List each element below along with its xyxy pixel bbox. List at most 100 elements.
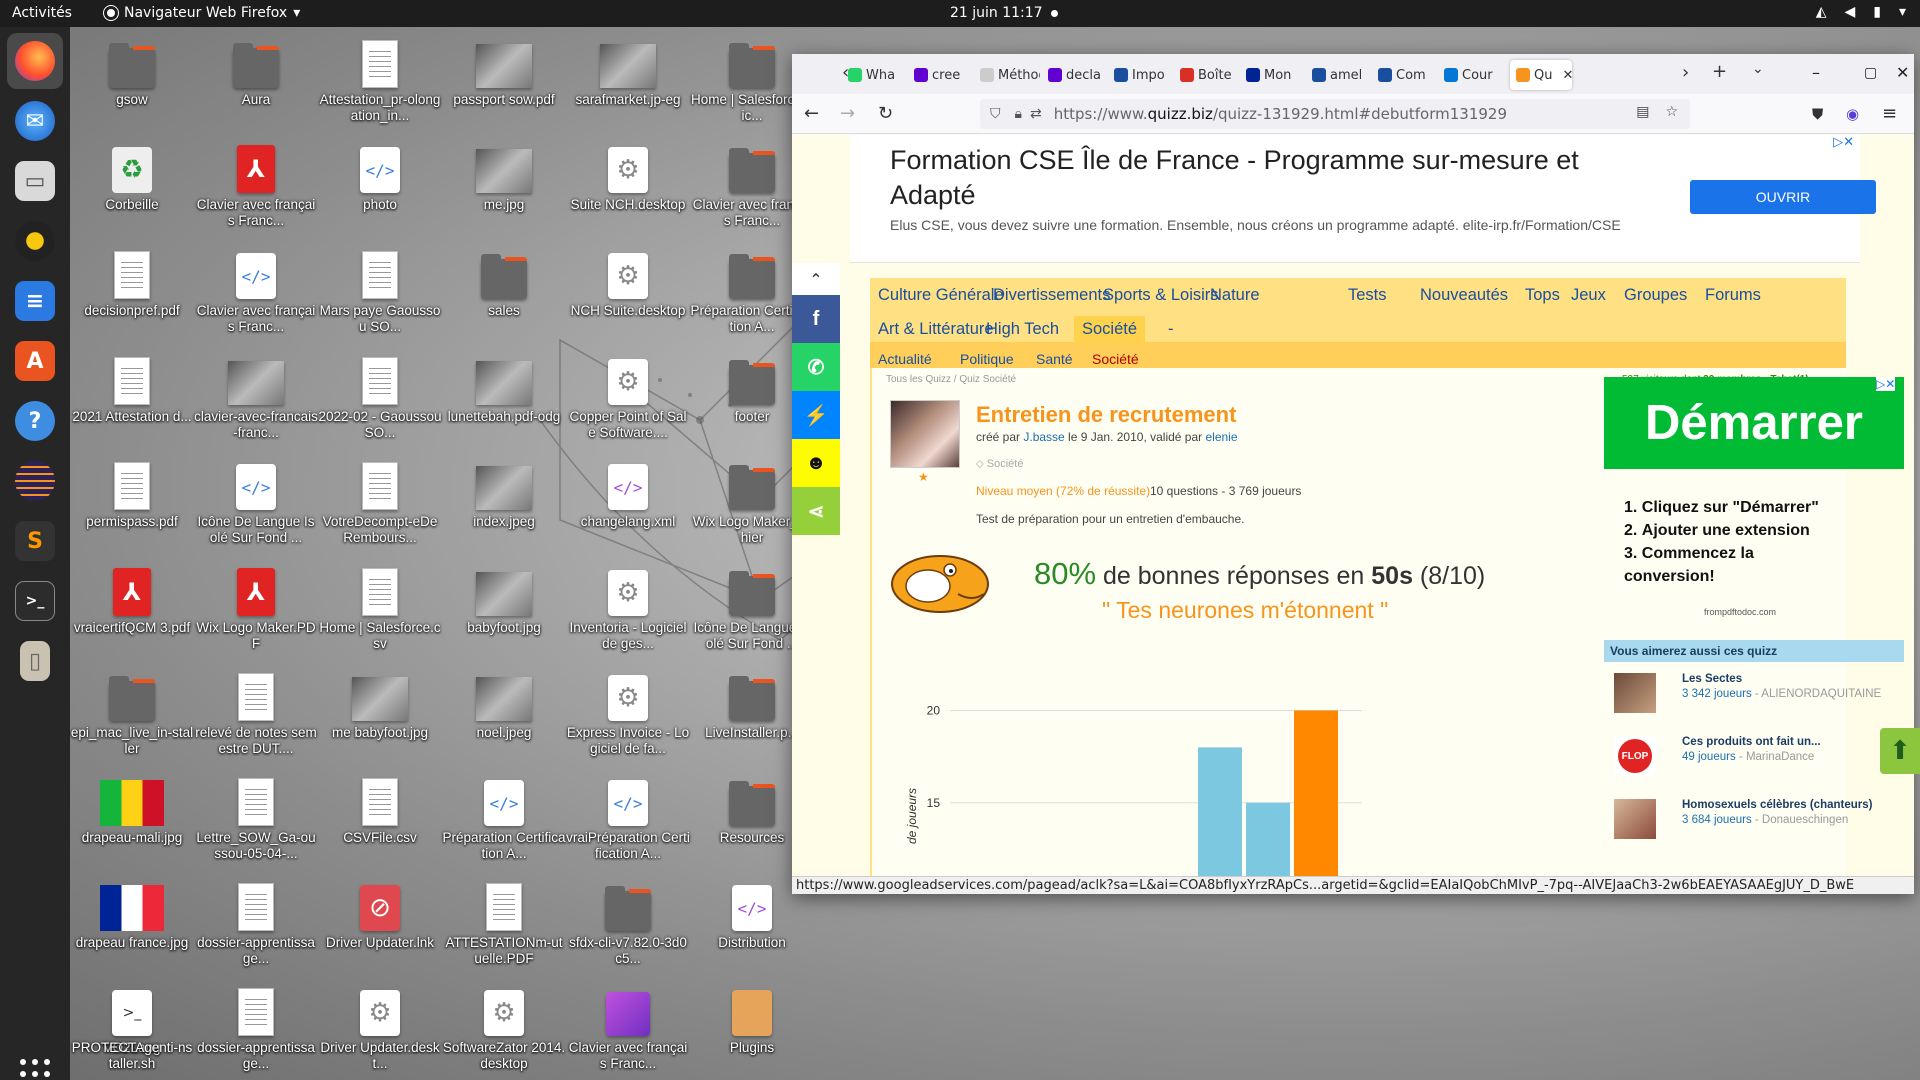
desktop-icon[interactable]: Lettre_SOW_Ga-oussou-05-04-...: [194, 772, 318, 862]
reload-icon[interactable]: ↻: [878, 103, 893, 124]
site-nav-link[interactable]: Tops: [1525, 286, 1560, 305]
reco-title[interactable]: Ces produits ont fait un...: [1682, 736, 1821, 748]
dock-software[interactable]: A: [7, 333, 63, 389]
browser-tab[interactable]: Wha: [848, 60, 908, 90]
lock-icon[interactable]: 🔒︎: [1015, 106, 1022, 122]
browser-tab[interactable]: Mon: [1246, 60, 1306, 90]
dock-terminal[interactable]: >_: [7, 573, 63, 629]
desktop-icon[interactable]: </> photo: [318, 139, 442, 213]
desktop-icon[interactable]: sarafmarket.jp-eg: [566, 34, 690, 108]
desktop-icon[interactable]: ⅄ Wix Logo Maker.PDF: [194, 562, 318, 652]
desktop-icon[interactable]: drapeau-mali.jpg: [70, 772, 194, 846]
desktop-icon[interactable]: 2022-02 - Gaoussou SO...: [318, 351, 442, 441]
reco-title[interactable]: Les Sectes: [1682, 673, 1742, 685]
desktop-icon[interactable]: me babyfoot.jpg: [318, 667, 442, 741]
desktop-icon[interactable]: 2021 Attestation d...: [70, 351, 194, 425]
dock-firefox[interactable]: [7, 33, 63, 89]
site-subnav-link[interactable]: Actualité: [878, 351, 932, 367]
site-nav-link[interactable]: Jeux: [1571, 286, 1606, 305]
browser-tab[interactable]: decla: [1048, 60, 1108, 90]
new-tab-icon[interactable]: +: [1712, 61, 1727, 82]
reco-title[interactable]: Homosexuels célèbres (chanteurs): [1682, 799, 1872, 811]
desktop-icon[interactable]: Aura: [194, 34, 318, 108]
desktop-icon[interactable]: me.jpg: [442, 139, 566, 213]
pocket-icon[interactable]: ⛊: [1812, 105, 1823, 123]
desktop-icon[interactable]: drapeau france.jpg: [70, 877, 194, 951]
dock-usb[interactable]: ▯: [7, 633, 63, 689]
reco-thumb[interactable]: [1614, 799, 1656, 839]
desktop-icon[interactable]: dossier-apprentissage...: [194, 982, 318, 1072]
desktop-icon[interactable]: noel.jpeg: [442, 667, 566, 741]
maximize-icon[interactable]: ▢: [1864, 65, 1877, 81]
desktop-icon[interactable]: ⚙ Suite NCH.desktop: [566, 139, 690, 213]
desktop-icon[interactable]: Mars paye Gaoussou SO...: [318, 245, 442, 335]
desktop-icon[interactable]: Home | Salesforce.csv: [318, 562, 442, 652]
desktop-icon[interactable]: index.jpeg: [442, 456, 566, 530]
site-nav-link[interactable]: Art & Littérature: [878, 320, 994, 339]
desktop-icon[interactable]: </> vraiPréparation Certification A...: [566, 772, 690, 862]
desktop-icon[interactable]: CSVFile.csv: [318, 772, 442, 846]
reco-author[interactable]: - ALIENORDAQUITAINE: [1752, 688, 1881, 700]
ad-title[interactable]: Formation CSE Île de France - Programme …: [890, 143, 1590, 213]
desktop-icon[interactable]: ⚙ Driver Updater.deskt...: [318, 982, 442, 1072]
close-window-icon[interactable]: ✕: [1896, 63, 1909, 82]
ad-choices-icon[interactable]: ▷✕: [1833, 135, 1854, 150]
site-nav-link[interactable]: Nouveautés: [1420, 286, 1508, 305]
browser-tab[interactable]: Qu ✕: [1510, 60, 1572, 90]
desktop-icon[interactable]: Attestation_pr-olongation_in...: [318, 34, 442, 124]
desktop-icon[interactable]: ⅄ vraicertifQCM 3.pdf: [70, 562, 194, 636]
desktop-icon[interactable]: babyfoot.jpg: [442, 562, 566, 636]
browser-tab[interactable]: Com: [1378, 60, 1438, 90]
desktop-icon[interactable]: VotreDecompt-eDeRembours...: [318, 456, 442, 546]
desktop-icon[interactable]: Plugins: [690, 982, 814, 1056]
reco-author[interactable]: - MarinaDance: [1736, 751, 1814, 763]
forward-icon[interactable]: →: [840, 103, 855, 124]
back-icon[interactable]: ←: [804, 103, 819, 124]
reco-author[interactable]: - Donaueschingen: [1752, 814, 1848, 826]
dock-writer[interactable]: ≡: [7, 273, 63, 329]
browser-tab[interactable]: Méthod: [980, 60, 1040, 90]
snapchat-icon[interactable]: ☻: [792, 439, 840, 487]
dock-files[interactable]: ▭: [7, 153, 63, 209]
browser-tab[interactable]: amel: [1312, 60, 1372, 90]
ad-choices-icon-2[interactable]: ▷✕: [1876, 377, 1896, 391]
site-subnav-link[interactable]: Santé: [1036, 351, 1073, 367]
desktop-icon[interactable]: Clavier avec français Franc...: [566, 982, 690, 1072]
desktop-icon[interactable]: </> Préparation Certification A...: [442, 772, 566, 862]
site-nav-link[interactable]: Culture Générale: [878, 286, 1004, 305]
desktop-icon[interactable]: epi_mac_live_in-staller: [70, 667, 194, 757]
site-nav-link[interactable]: Société: [1074, 316, 1146, 343]
permissions-icon[interactable]: ⇄: [1030, 106, 1042, 122]
share-icon[interactable]: ⋖: [792, 487, 840, 535]
dock-sublime[interactable]: S: [7, 513, 63, 569]
desktop-icon[interactable]: ⚙ Copper Point of Sale Software....: [566, 351, 690, 441]
site-nav-link[interactable]: Groupes: [1624, 286, 1687, 305]
system-tray[interactable]: ◭ ◀ ▮ ▾: [1816, 4, 1906, 20]
desktop-icon[interactable]: sales: [442, 245, 566, 319]
quiz-tag[interactable]: ⬦ Société: [976, 458, 1023, 471]
validator-link[interactable]: elenie: [1205, 430, 1237, 444]
list-all-tabs-icon[interactable]: ⌄: [1752, 61, 1764, 77]
desktop-icon[interactable]: ♻ Corbeille: [70, 139, 194, 213]
desktop-icon[interactable]: relevé de notes semestre DUT....: [194, 667, 318, 757]
desktop-icon[interactable]: ATTESTATIONm-utuelle.PDF: [442, 877, 566, 967]
desktop-icon[interactable]: </> Icône De Langue Isolé Sur Fond ...: [194, 456, 318, 546]
desktop-icon[interactable]: ⊘ Driver Updater.lnk: [318, 877, 442, 951]
desktop-icon[interactable]: ⚙ NCH Suite.desktop: [566, 245, 690, 319]
menu-icon[interactable]: ≡: [1882, 103, 1897, 124]
minimize-icon[interactable]: –: [1812, 63, 1820, 82]
close-tab-icon[interactable]: ✕: [1562, 68, 1572, 83]
desktop-icon[interactable]: </> Clavier avec français Franc...: [194, 245, 318, 335]
desktop-icon[interactable]: >_ PROTECTAgenti-nstaller.sh: [70, 982, 194, 1072]
reco-thumb[interactable]: [1614, 673, 1656, 713]
dock-help[interactable]: ?: [7, 393, 63, 449]
site-nav-link[interactable]: Forums: [1705, 286, 1761, 305]
desktop-icon[interactable]: </> changelang.xml: [566, 456, 690, 530]
desktop-icon[interactable]: ⚙ Express Invoice - Logiciel de fa...: [566, 667, 690, 757]
tracking-shield-icon[interactable]: ⛉: [990, 106, 1001, 122]
desktop-icon[interactable]: ⚙ SoftwareZator 2014.desktop: [442, 982, 566, 1072]
reco-thumb[interactable]: FLOP: [1614, 736, 1656, 776]
desktop-icon[interactable]: ⚙ Inventoria - Logiciel de ges...: [566, 562, 690, 652]
browser-tab[interactable]: Boîte: [1180, 60, 1240, 90]
author-link[interactable]: J.basse: [1023, 430, 1064, 444]
